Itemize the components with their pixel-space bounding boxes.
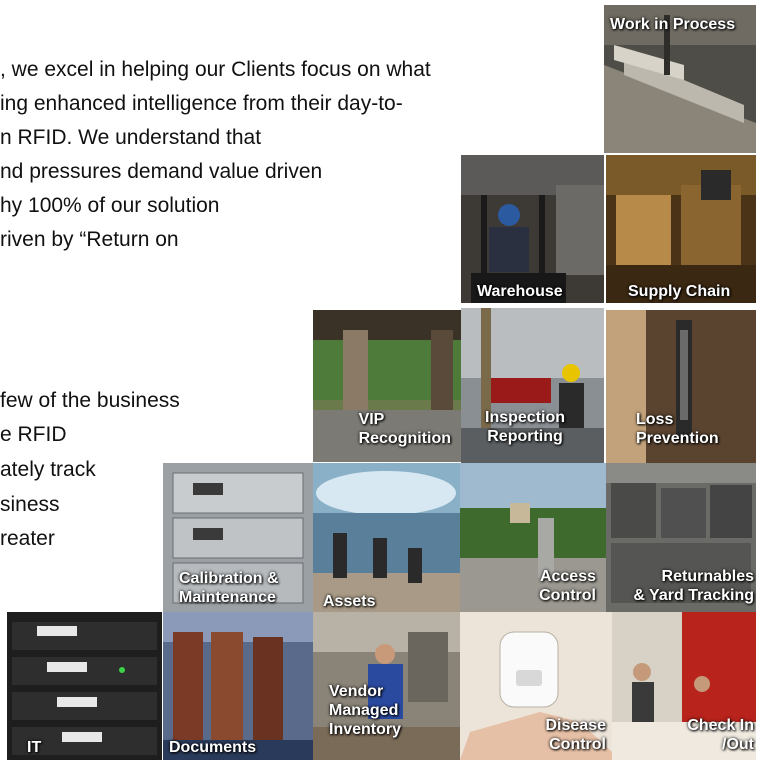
tile-caption: Access Control [539, 568, 596, 604]
tile-caption: Assets [323, 593, 376, 610]
intro-line-4: nd pressures demand value driven [0, 160, 323, 183]
supply-chain-photo-icon [606, 155, 756, 303]
tile-caption: Warehouse [477, 283, 563, 300]
intro-line-5: hy 100% of our solution [0, 194, 220, 217]
tile-caption: Loss Prevention [636, 411, 719, 447]
tile-caption: Work in Process [610, 16, 736, 33]
tile-caption: Disease Control [545, 717, 607, 753]
tile-caption: Returnables & Yard Tracking [633, 568, 754, 604]
intro-line-2: ing enhanced intelligence from their day… [0, 92, 403, 115]
tile-work-in-process: Work in Process [604, 5, 756, 153]
business-line-1: few of the business [0, 389, 180, 412]
tile-vip-recognition: VIP Recognition [313, 310, 461, 462]
business-line-5: reater [0, 527, 55, 550]
tile-disease-control: Disease Control [460, 612, 612, 760]
tile-supply-chain: Supply Chain [606, 155, 756, 303]
business-line-4: siness [0, 493, 60, 516]
tile-caption: IT [27, 739, 42, 756]
forklift-photo-icon [461, 155, 604, 303]
tile-loss-prevention: Loss Prevention [606, 310, 756, 463]
tile-vendor-managed-inventory: Vendor Managed Inventory [313, 612, 460, 760]
tile-assets: Assets [313, 463, 460, 612]
tile-caption: Check In /Out [687, 717, 754, 753]
tile-documents: Documents [163, 612, 313, 760]
tile-it: IT [7, 612, 162, 760]
tile-warehouse: Warehouse [461, 155, 604, 303]
intro-line-6: riven by “Return on [0, 228, 179, 251]
gym-photo-icon [313, 463, 460, 612]
tile-caption: VIP Recognition [358, 411, 451, 447]
business-line-2: e RFID [0, 423, 67, 446]
tile-inspection-reporting: Inspection Reporting [461, 308, 604, 463]
business-line-3: ately track [0, 458, 96, 481]
tile-caption: Documents [169, 739, 257, 756]
tile-caption: Supply Chain [628, 283, 731, 300]
intro-line-1: , we excel in helping our Clients focus … [0, 58, 431, 81]
intro-line-3: n RFID. We understand that [0, 126, 262, 149]
tile-caption: Vendor Managed Inventory [329, 683, 402, 738]
tile-caption: Inspection Reporting [485, 409, 566, 445]
tile-caption: Calibration & Maintenance [179, 570, 279, 606]
tile-access-control: Access Control [460, 463, 606, 612]
tile-check-in-out: Check In /Out [612, 612, 756, 760]
tile-calibration-maintenance: Calibration & Maintenance [163, 463, 313, 612]
tile-returnables: Returnables & Yard Tracking [606, 463, 756, 612]
